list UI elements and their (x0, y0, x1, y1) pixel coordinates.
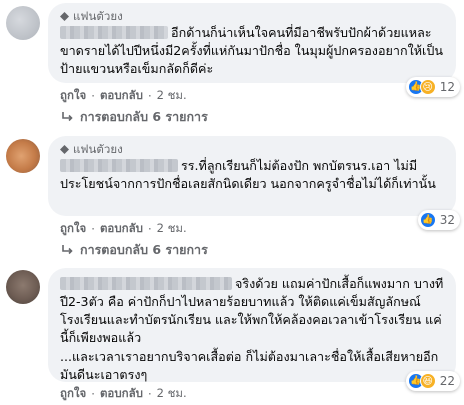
avatar[interactable] (6, 270, 40, 304)
reaction-count: 32 (439, 213, 455, 227)
reply-link[interactable]: ตอบกลับ (100, 87, 143, 105)
comment-text-continued: ...และเวลาเราอยากบริจาคเสื้อต่อ ก็ไม่ต้อ… (60, 349, 439, 382)
haha-icon: 😆 (419, 373, 436, 389)
timestamp[interactable]: 2 ชม. (157, 385, 187, 403)
reaction-count: 12 (439, 80, 455, 94)
redacted-name[interactable] (60, 277, 232, 290)
timestamp[interactable]: 2 ชม. (157, 87, 187, 105)
comment-bubble: จริงด้วย แถมค่าปักเสื้อก็แพงมาก บางทีปี2… (48, 268, 456, 382)
avatar[interactable] (6, 139, 40, 173)
comment-bubble: แฟนตัวยง รร.ที่ลูกเรียนก็ไม่ต้องปัก พกบั… (48, 136, 456, 216)
view-replies-link[interactable]: การตอบกลับ 6 รายการ (60, 108, 208, 126)
comment-actions: ถูกใจ · ตอบกลับ · 2 ชม. (60, 220, 187, 238)
like-link[interactable]: ถูกใจ (60, 87, 86, 105)
avatar[interactable] (6, 6, 40, 40)
comment-actions: ถูกใจ · ตอบกลับ · 2 ชม. (60, 87, 187, 105)
reply-link[interactable]: ตอบกลับ (100, 220, 143, 238)
comment-bubble: แฟนตัวยง อีกด้านก็น่าเห็นใจคนที่มีอาชีพร… (48, 3, 456, 83)
comment-3: จริงด้วย แถมค่าปักเสื้อก็แพงมาก บางทีปี2… (0, 266, 464, 405)
like-link[interactable]: ถูกใจ (60, 220, 86, 238)
comment-2: แฟนตัวยง รร.ที่ลูกเรียนก็ไม่ต้องปัก พกบั… (0, 133, 464, 263)
redacted-name[interactable] (60, 159, 178, 172)
reply-arrow-icon (62, 112, 73, 122)
diamond-badge-icon (60, 11, 69, 21)
reaction-count: 22 (439, 374, 455, 388)
reaction-summary[interactable]: 👍 😆 22 (405, 371, 460, 391)
sad-icon: 😢 (419, 79, 436, 95)
reaction-summary[interactable]: 👍 32 (417, 210, 460, 230)
comment-text: อีกด้านก็น่าเห็นใจคนที่มีอาชีพรับปักผ้าด… (60, 25, 443, 76)
timestamp[interactable]: 2 ชม. (157, 220, 187, 238)
comment-actions: ถูกใจ · ตอบกลับ · 2 ชม. (60, 385, 187, 403)
comment-text: รร.ที่ลูกเรียนก็ไม่ต้องปัก พกบัตรนร.เอา … (60, 158, 436, 191)
reply-arrow-icon (62, 245, 73, 255)
fan-badge: แฟนตัวยง (60, 9, 444, 23)
diamond-badge-icon (60, 144, 69, 154)
like-link[interactable]: ถูกใจ (60, 385, 86, 403)
like-icon: 👍 (419, 212, 436, 228)
redacted-name[interactable] (60, 26, 168, 39)
fan-badge: แฟนตัวยง (60, 142, 444, 156)
view-replies-link[interactable]: การตอบกลับ 6 รายการ (60, 241, 208, 259)
reaction-summary[interactable]: 👍 😢 12 (405, 77, 460, 97)
reply-link[interactable]: ตอบกลับ (100, 385, 143, 403)
comment-1: แฟนตัวยง อีกด้านก็น่าเห็นใจคนที่มีอาชีพร… (0, 0, 464, 130)
comment-text: จริงด้วย แถมค่าปักเสื้อก็แพงมาก บางทีปี2… (60, 276, 444, 345)
